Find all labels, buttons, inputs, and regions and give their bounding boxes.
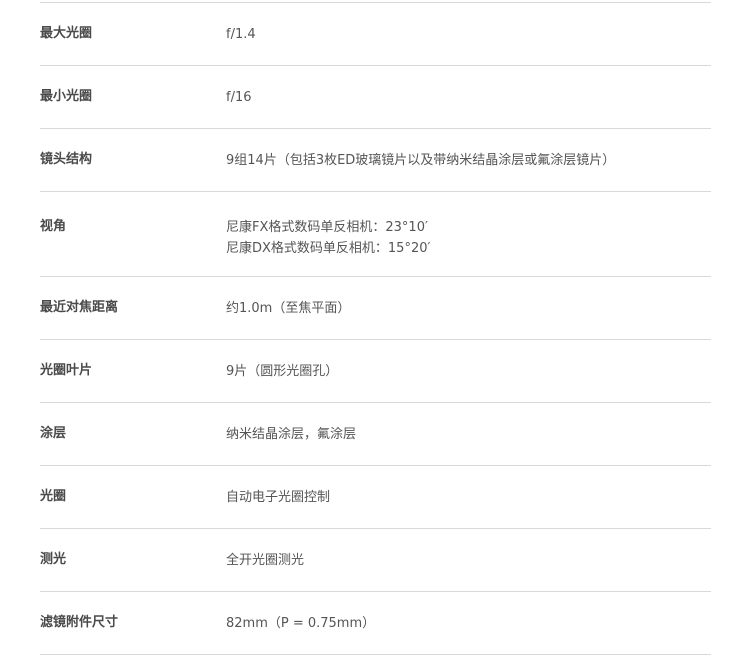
spec-value: 82mm（P = 0.75mm）	[226, 615, 376, 631]
spec-label: 滤镜附件尺寸	[40, 615, 119, 630]
spec-value: 9组14片（包括3枚ED玻璃镜片以及带纳米结晶涂层或氟涂层镜片）	[226, 152, 616, 168]
spec-row-metering: 测光 全开光圈测光	[40, 529, 711, 592]
spec-value: 9片（圆形光圈孔）	[226, 363, 339, 379]
spec-label: 最近对焦距离	[40, 300, 119, 315]
spec-value: 纳米结晶涂层，氟涂层	[226, 426, 357, 442]
spec-row-filter-size: 滤镜附件尺寸 82mm（P = 0.75mm）	[40, 592, 711, 655]
spec-row-diaphragm: 光圈 自动电子光圈控制	[40, 466, 711, 529]
spec-row-lens-construction: 镜头结构 9组14片（包括3枚ED玻璃镜片以及带纳米结晶涂层或氟涂层镜片）	[40, 129, 711, 192]
spec-value: f/1.4	[226, 26, 256, 42]
spec-value-line-fx: 尼康FX格式数码单反相机：23°10′	[226, 220, 428, 235]
spec-table: 最大光圈 f/1.4 最小光圈 f/16 镜头结构 9组14片（包括3枚ED玻璃…	[40, 2, 711, 655]
spec-label: 涂层	[40, 426, 67, 441]
spec-value-line-dx: 尼康DX格式数码单反相机：15°20′	[226, 241, 431, 256]
spec-row-angle-of-view: 视角 尼康FX格式数码单反相机：23°10′ 尼康DX格式数码单反相机：15°2…	[40, 192, 711, 277]
spec-label: 光圈叶片	[40, 363, 93, 378]
spec-value: 全开光圈测光	[226, 552, 305, 568]
spec-value-multiline: 尼康FX格式数码单反相机：23°10′ 尼康DX格式数码单反相机：15°20′	[226, 192, 711, 259]
spec-row-aperture-blades: 光圈叶片 9片（圆形光圈孔）	[40, 340, 711, 403]
spec-value: 约1.0m（至焦平面）	[226, 300, 351, 316]
spec-value: f/16	[226, 89, 252, 105]
spec-label: 镜头结构	[40, 152, 93, 167]
spec-value: 自动电子光圈控制	[226, 489, 331, 505]
spec-label: 最大光圈	[40, 26, 93, 41]
spec-label: 光圈	[40, 489, 67, 504]
spec-label: 测光	[40, 552, 67, 567]
spec-row-min-focus-distance: 最近对焦距离 约1.0m（至焦平面）	[40, 277, 711, 340]
spec-label: 视角	[40, 219, 67, 234]
spec-row-coating: 涂层 纳米结晶涂层，氟涂层	[40, 403, 711, 466]
spec-row-min-aperture: 最小光圈 f/16	[40, 66, 711, 129]
spec-row-max-aperture: 最大光圈 f/1.4	[40, 3, 711, 66]
spec-label: 最小光圈	[40, 89, 93, 104]
